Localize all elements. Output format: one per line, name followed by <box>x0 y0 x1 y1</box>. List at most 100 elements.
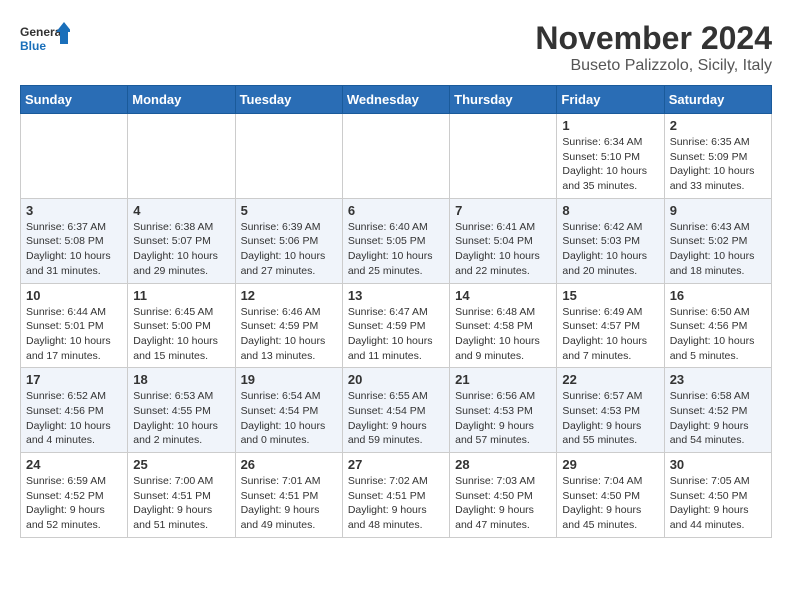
day-header-thursday: Thursday <box>450 86 557 114</box>
logo-svg: General Blue <box>20 20 70 60</box>
day-info: Sunrise: 7:05 AM Sunset: 4:50 PM Dayligh… <box>670 474 766 533</box>
calendar-cell: 20Sunrise: 6:55 AM Sunset: 4:54 PM Dayli… <box>342 368 449 453</box>
day-info: Sunrise: 6:56 AM Sunset: 4:53 PM Dayligh… <box>455 389 551 448</box>
day-number: 3 <box>26 203 122 218</box>
day-info: Sunrise: 6:58 AM Sunset: 4:52 PM Dayligh… <box>670 389 766 448</box>
day-info: Sunrise: 7:04 AM Sunset: 4:50 PM Dayligh… <box>562 474 658 533</box>
day-info: Sunrise: 6:53 AM Sunset: 4:55 PM Dayligh… <box>133 389 229 448</box>
day-info: Sunrise: 6:57 AM Sunset: 4:53 PM Dayligh… <box>562 389 658 448</box>
day-info: Sunrise: 6:39 AM Sunset: 5:06 PM Dayligh… <box>241 220 337 279</box>
calendar-cell: 17Sunrise: 6:52 AM Sunset: 4:56 PM Dayli… <box>21 368 128 453</box>
calendar-cell: 12 Sunrise: 6:46 AM Sunset: 4:59 PM Dayli… <box>235 283 342 368</box>
day-number: 28 <box>455 457 551 472</box>
day-info: Sunrise: 6:37 AM Sunset: 5:08 PM Dayligh… <box>26 220 122 279</box>
day-number: 25 <box>133 457 229 472</box>
day-header-tuesday: Tuesday <box>235 86 342 114</box>
calendar-title: November 2024 <box>535 20 772 57</box>
days-header-row: SundayMondayTuesdayWednesdayThursdayFrid… <box>21 86 772 114</box>
day-info: Sunrise: 6:54 AM Sunset: 4:54 PM Dayligh… <box>241 389 337 448</box>
day-number: 1 <box>562 118 658 133</box>
calendar-cell: 24Sunrise: 6:59 AM Sunset: 4:52 PM Dayli… <box>21 453 128 538</box>
day-number: 2 <box>670 118 766 133</box>
day-header-wednesday: Wednesday <box>342 86 449 114</box>
day-info: Sunrise: 6:41 AM Sunset: 5:04 PM Dayligh… <box>455 220 551 279</box>
day-info: Sunrise: 6:48 AM Sunset: 4:58 PM Dayligh… <box>455 305 551 364</box>
day-info: Sunrise: 6:47 AM Sunset: 4:59 PM Dayligh… <box>348 305 444 364</box>
day-number: 4 <box>133 203 229 218</box>
calendar-cell <box>235 114 342 199</box>
logo: General Blue <box>20 20 70 60</box>
day-info: Sunrise: 6:34 AM Sunset: 5:10 PM Dayligh… <box>562 135 658 194</box>
day-number: 26 <box>241 457 337 472</box>
calendar-cell: 18 Sunrise: 6:53 AM Sunset: 4:55 PM Dayli… <box>128 368 235 453</box>
calendar-cell: 3 Sunrise: 6:37 AM Sunset: 5:08 PM Daylig… <box>21 198 128 283</box>
calendar-cell: 13 Sunrise: 6:47 AM Sunset: 4:59 PM Dayli… <box>342 283 449 368</box>
day-number: 18 <box>133 372 229 387</box>
calendar-cell: 29 Sunrise: 7:04 AM Sunset: 4:50 PM Dayli… <box>557 453 664 538</box>
day-number: 29 <box>562 457 658 472</box>
calendar-cell <box>450 114 557 199</box>
day-info: Sunrise: 7:03 AM Sunset: 4:50 PM Dayligh… <box>455 474 551 533</box>
calendar-cell <box>342 114 449 199</box>
day-number: 7 <box>455 203 551 218</box>
calendar-cell: 16Sunrise: 6:50 AM Sunset: 4:56 PM Dayli… <box>664 283 771 368</box>
day-number: 13 <box>348 288 444 303</box>
day-number: 20 <box>348 372 444 387</box>
day-info: Sunrise: 6:52 AM Sunset: 4:56 PM Dayligh… <box>26 389 122 448</box>
week-row-4: 17Sunrise: 6:52 AM Sunset: 4:56 PM Dayli… <box>21 368 772 453</box>
day-info: Sunrise: 7:01 AM Sunset: 4:51 PM Dayligh… <box>241 474 337 533</box>
calendar-cell: 15 Sunrise: 6:49 AM Sunset: 4:57 PM Dayli… <box>557 283 664 368</box>
calendar-cell: 23 Sunrise: 6:58 AM Sunset: 4:52 PM Dayli… <box>664 368 771 453</box>
svg-text:Blue: Blue <box>20 39 46 53</box>
day-number: 6 <box>348 203 444 218</box>
day-number: 15 <box>562 288 658 303</box>
week-row-5: 24Sunrise: 6:59 AM Sunset: 4:52 PM Dayli… <box>21 453 772 538</box>
calendar-cell: 21 Sunrise: 6:56 AM Sunset: 4:53 PM Dayli… <box>450 368 557 453</box>
day-info: Sunrise: 6:35 AM Sunset: 5:09 PM Dayligh… <box>670 135 766 194</box>
day-info: Sunrise: 6:42 AM Sunset: 5:03 PM Dayligh… <box>562 220 658 279</box>
day-number: 16 <box>670 288 766 303</box>
calendar-cell: 4 Sunrise: 6:38 AM Sunset: 5:07 PM Daylig… <box>128 198 235 283</box>
calendar-cell: 2 Sunrise: 6:35 AM Sunset: 5:09 PM Daylig… <box>664 114 771 199</box>
calendar-cell: 1 Sunrise: 6:34 AM Sunset: 5:10 PM Daylig… <box>557 114 664 199</box>
calendar-cell: 28 Sunrise: 7:03 AM Sunset: 4:50 PM Dayli… <box>450 453 557 538</box>
day-info: Sunrise: 6:38 AM Sunset: 5:07 PM Dayligh… <box>133 220 229 279</box>
calendar-cell: 6Sunrise: 6:40 AM Sunset: 5:05 PM Daylig… <box>342 198 449 283</box>
calendar-cell: 7 Sunrise: 6:41 AM Sunset: 5:04 PM Daylig… <box>450 198 557 283</box>
day-header-friday: Friday <box>557 86 664 114</box>
day-number: 23 <box>670 372 766 387</box>
day-number: 30 <box>670 457 766 472</box>
week-row-2: 3 Sunrise: 6:37 AM Sunset: 5:08 PM Daylig… <box>21 198 772 283</box>
calendar-cell: 26 Sunrise: 7:01 AM Sunset: 4:51 PM Dayli… <box>235 453 342 538</box>
week-row-1: 1 Sunrise: 6:34 AM Sunset: 5:10 PM Daylig… <box>21 114 772 199</box>
calendar-cell: 19Sunrise: 6:54 AM Sunset: 4:54 PM Dayli… <box>235 368 342 453</box>
calendar-cell: 5Sunrise: 6:39 AM Sunset: 5:06 PM Daylig… <box>235 198 342 283</box>
calendar-cell: 25 Sunrise: 7:00 AM Sunset: 4:51 PM Dayli… <box>128 453 235 538</box>
calendar-cell: 8Sunrise: 6:42 AM Sunset: 5:03 PM Daylig… <box>557 198 664 283</box>
day-info: Sunrise: 6:43 AM Sunset: 5:02 PM Dayligh… <box>670 220 766 279</box>
calendar-cell <box>21 114 128 199</box>
day-number: 12 <box>241 288 337 303</box>
day-info: Sunrise: 6:46 AM Sunset: 4:59 PM Dayligh… <box>241 305 337 364</box>
calendar-cell: 11Sunrise: 6:45 AM Sunset: 5:00 PM Dayli… <box>128 283 235 368</box>
day-info: Sunrise: 6:45 AM Sunset: 5:00 PM Dayligh… <box>133 305 229 364</box>
day-header-monday: Monday <box>128 86 235 114</box>
day-header-saturday: Saturday <box>664 86 771 114</box>
week-row-3: 10Sunrise: 6:44 AM Sunset: 5:01 PM Dayli… <box>21 283 772 368</box>
day-number: 9 <box>670 203 766 218</box>
calendar-cell: 9 Sunrise: 6:43 AM Sunset: 5:02 PM Daylig… <box>664 198 771 283</box>
calendar-cell <box>128 114 235 199</box>
day-info: Sunrise: 7:00 AM Sunset: 4:51 PM Dayligh… <box>133 474 229 533</box>
day-info: Sunrise: 6:49 AM Sunset: 4:57 PM Dayligh… <box>562 305 658 364</box>
day-number: 21 <box>455 372 551 387</box>
day-number: 27 <box>348 457 444 472</box>
title-area: November 2024 Buseto Palizzolo, Sicily, … <box>535 20 772 75</box>
calendar-cell: 10Sunrise: 6:44 AM Sunset: 5:01 PM Dayli… <box>21 283 128 368</box>
calendar-cell: 14 Sunrise: 6:48 AM Sunset: 4:58 PM Dayli… <box>450 283 557 368</box>
day-number: 14 <box>455 288 551 303</box>
calendar-subtitle: Buseto Palizzolo, Sicily, Italy <box>535 57 772 75</box>
day-info: Sunrise: 7:02 AM Sunset: 4:51 PM Dayligh… <box>348 474 444 533</box>
day-number: 24 <box>26 457 122 472</box>
calendar-table: SundayMondayTuesdayWednesdayThursdayFrid… <box>20 85 772 538</box>
day-number: 22 <box>562 372 658 387</box>
